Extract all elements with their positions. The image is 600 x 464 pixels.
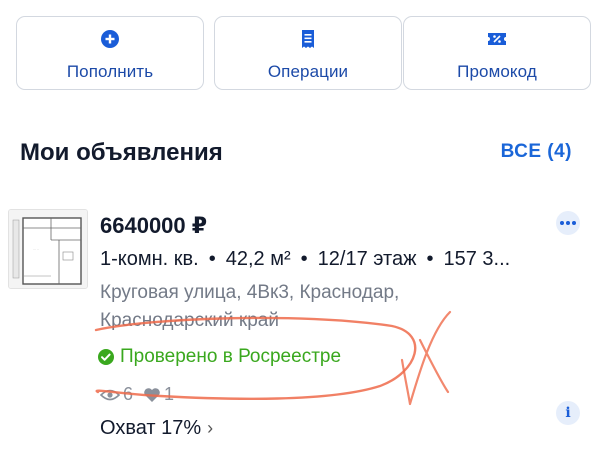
likes-stat: 1: [143, 384, 174, 405]
more-options-button[interactable]: [556, 211, 580, 235]
check-circle-icon: [98, 349, 114, 365]
promo-code-button[interactable]: Промокод: [403, 16, 591, 90]
eye-icon: [100, 389, 120, 400]
dot-icon: [560, 221, 564, 225]
reach-link[interactable]: Охват 17% ›: [100, 417, 213, 440]
plus-circle-icon: [101, 30, 119, 48]
svg-text:··· ··: ··· ··: [33, 247, 39, 251]
operations-button[interactable]: Операции: [214, 16, 402, 90]
floor-plan-image: ··· ··: [9, 210, 87, 288]
listing-price: 6640000 ₽: [100, 213, 208, 238]
top-up-button[interactable]: Пополнить: [16, 16, 204, 90]
ticket-percent-icon: [488, 33, 506, 45]
separator-dot: •: [208, 248, 216, 270]
floor-value: 12/17 этаж: [317, 248, 417, 270]
chevron-right-icon: ›: [207, 418, 214, 438]
heart-icon: [144, 387, 160, 402]
area-value: 42,2 м²: [225, 248, 291, 270]
likes-count: 1: [164, 384, 175, 404]
extra-value: 157 3...: [443, 248, 511, 270]
promo-code-label: Промокод: [457, 62, 537, 81]
listing-params: 1-комн. кв. • 42,2 м² • 12/17 этаж • 157 3...: [100, 248, 580, 271]
views-count: 6: [123, 384, 134, 404]
section-title: Мои объявления: [20, 139, 223, 166]
reach-label: Охват 17%: [100, 417, 202, 439]
dot-icon: [572, 221, 576, 225]
receipt-icon: [302, 30, 314, 48]
top-up-label: Пополнить: [66, 62, 154, 81]
views-stat: 6: [100, 384, 133, 405]
dot-icon: [566, 221, 570, 225]
rooms-value: 1-комн. кв.: [100, 248, 199, 270]
listing-address: Круговая улица, 4Вк3, Краснодар, Краснод…: [100, 282, 400, 331]
verified-badge: Проверено в Росреестре: [97, 346, 341, 368]
verified-label: Проверено в Росреестре: [120, 346, 342, 367]
operations-label: Операции: [267, 62, 349, 81]
listing-thumbnail[interactable]: ··· ··: [8, 209, 88, 289]
listing-stats: 6 1: [100, 384, 184, 405]
info-icon[interactable]: i: [556, 401, 580, 425]
separator-dot: •: [426, 248, 434, 270]
separator-dot: •: [300, 248, 308, 270]
all-listings-link[interactable]: ВСЕ (4): [501, 141, 572, 163]
